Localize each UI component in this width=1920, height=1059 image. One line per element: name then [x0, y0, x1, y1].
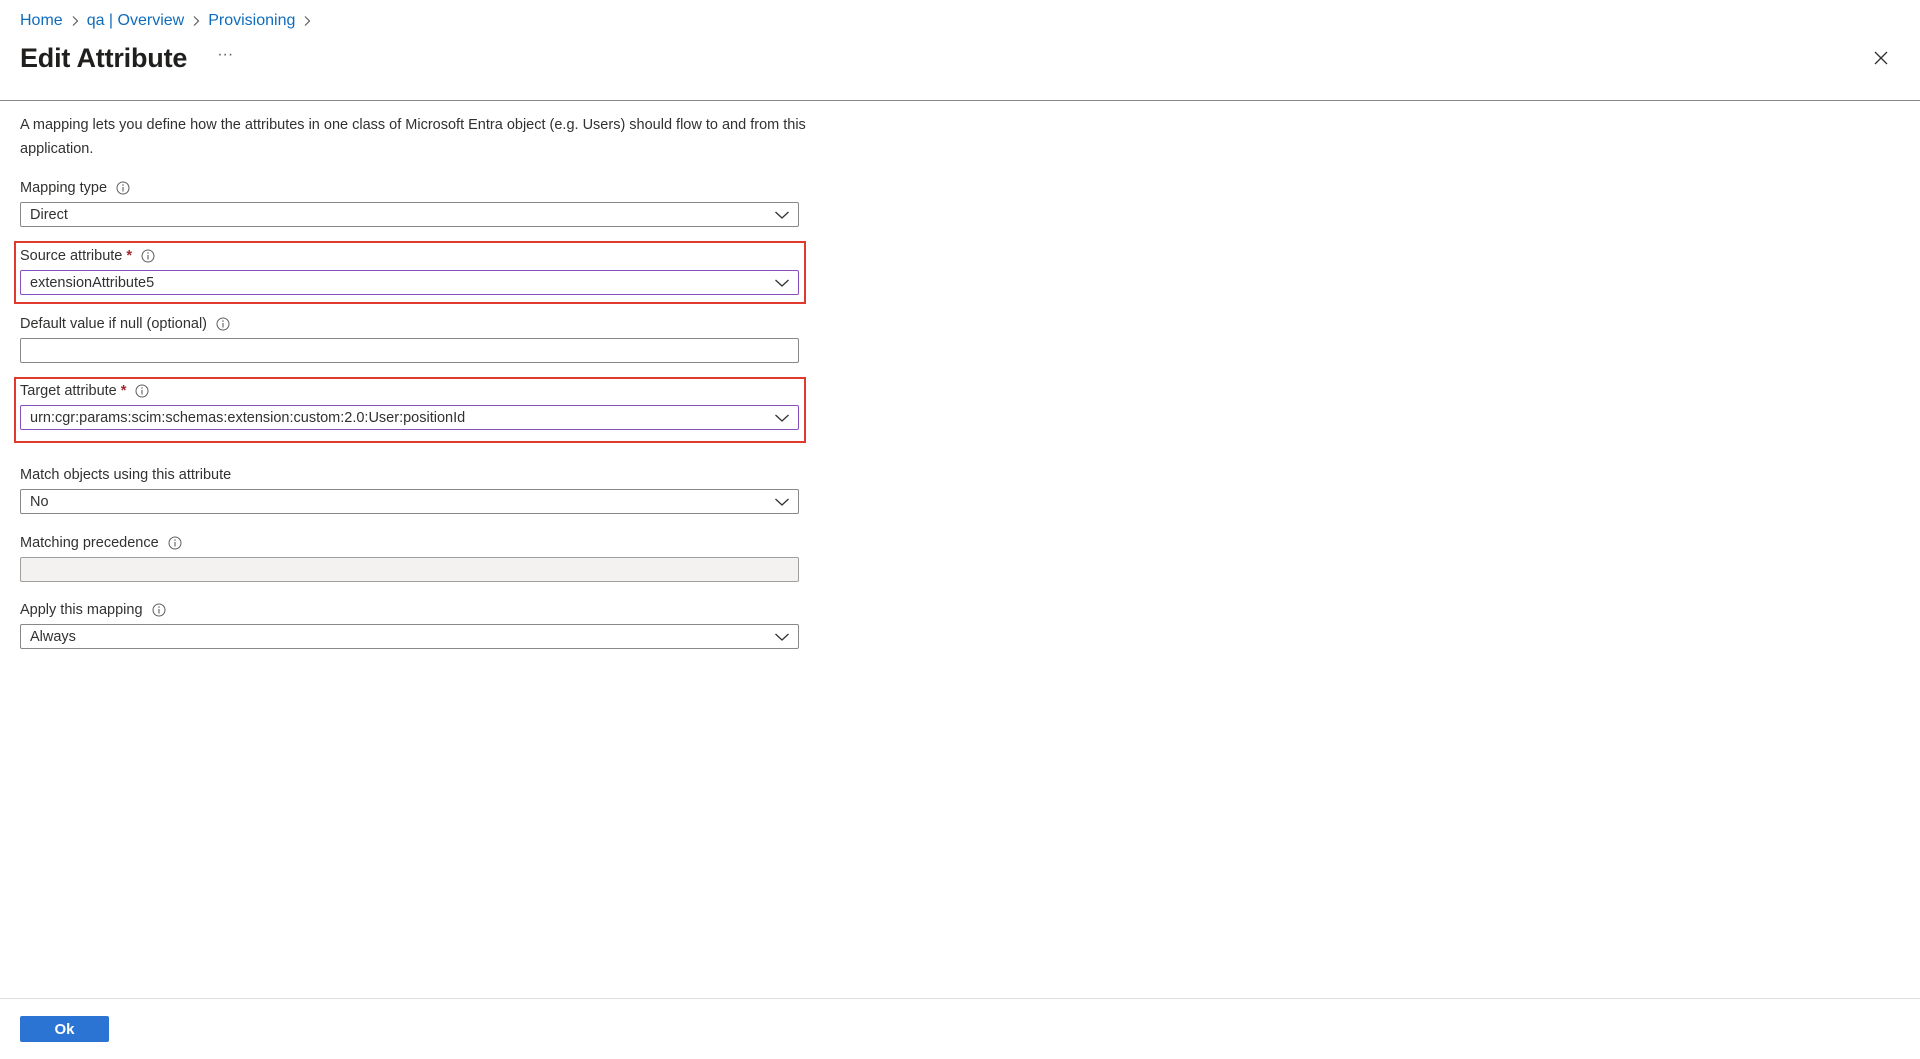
default-value-input[interactable] — [20, 338, 799, 363]
footer-divider — [0, 998, 1920, 999]
header-divider — [0, 100, 1920, 101]
chevron-right-icon — [295, 10, 319, 32]
ok-button[interactable]: Ok — [20, 1016, 109, 1042]
apply-mapping-label-text: Apply this mapping — [20, 602, 143, 618]
source-attribute-dropdown[interactable]: extensionAttribute5 — [20, 270, 799, 295]
target-attribute-value: urn:cgr:params:scim:schemas:extension:cu… — [30, 409, 466, 426]
matching-precedence-label-text: Matching precedence — [20, 535, 159, 551]
source-attribute-label-text: Source attribute — [20, 248, 123, 264]
info-icon[interactable] — [167, 535, 183, 551]
target-attribute-dropdown[interactable]: urn:cgr:params:scim:schemas:extension:cu… — [20, 405, 799, 430]
source-attribute-label: Source attribute * — [20, 246, 156, 266]
chevron-down-icon — [766, 406, 798, 429]
required-indicator: * — [120, 383, 127, 399]
close-button[interactable] — [1865, 42, 1897, 74]
mapping-type-label: Mapping type — [20, 178, 131, 198]
required-indicator: * — [126, 248, 133, 264]
edit-attribute-page: Home qa | Overview Provisioning Edit Att… — [0, 0, 1920, 1059]
chevron-down-icon — [766, 203, 798, 226]
info-icon[interactable] — [151, 602, 167, 618]
info-icon[interactable] — [215, 316, 231, 332]
info-icon[interactable] — [115, 180, 131, 196]
mapping-type-dropdown[interactable]: Direct — [20, 202, 799, 227]
breadcrumb-provisioning[interactable]: Provisioning — [208, 12, 295, 30]
apply-mapping-dropdown[interactable]: Always — [20, 624, 799, 649]
mapping-type-value: Direct — [30, 206, 68, 223]
chevron-down-icon — [766, 490, 798, 513]
more-options-button[interactable]: ··· — [209, 44, 241, 72]
apply-mapping-value: Always — [30, 628, 76, 645]
default-value-label-text: Default value if null (optional) — [20, 316, 207, 332]
default-value-label: Default value if null (optional) — [20, 314, 231, 334]
match-objects-value: No — [30, 493, 49, 510]
apply-mapping-label: Apply this mapping — [20, 600, 167, 620]
match-objects-label: Match objects using this attribute — [20, 465, 231, 485]
chevron-right-icon — [184, 10, 208, 32]
matching-precedence-input — [20, 557, 799, 582]
target-attribute-label-text: Target attribute — [20, 383, 117, 399]
title-row: Edit Attribute ··· — [20, 40, 241, 76]
info-icon[interactable] — [140, 248, 156, 264]
breadcrumb-qa-overview[interactable]: qa | Overview — [87, 12, 185, 30]
mapping-description: A mapping lets you define how the attrib… — [20, 117, 806, 157]
chevron-right-icon — [63, 10, 87, 32]
target-attribute-label: Target attribute * — [20, 381, 150, 401]
source-attribute-value: extensionAttribute5 — [30, 274, 155, 291]
chevron-down-icon — [766, 271, 798, 294]
match-objects-dropdown[interactable]: No — [20, 489, 799, 514]
close-icon — [1874, 51, 1888, 65]
chevron-down-icon — [766, 625, 798, 648]
page-title: Edit Attribute — [20, 42, 188, 73]
matching-precedence-label: Matching precedence — [20, 533, 183, 553]
match-objects-label-text: Match objects using this attribute — [20, 467, 232, 483]
breadcrumb: Home qa | Overview Provisioning — [20, 10, 319, 32]
breadcrumb-home[interactable]: Home — [20, 12, 63, 30]
mapping-type-label-text: Mapping type — [20, 180, 108, 196]
info-icon[interactable] — [134, 383, 150, 399]
